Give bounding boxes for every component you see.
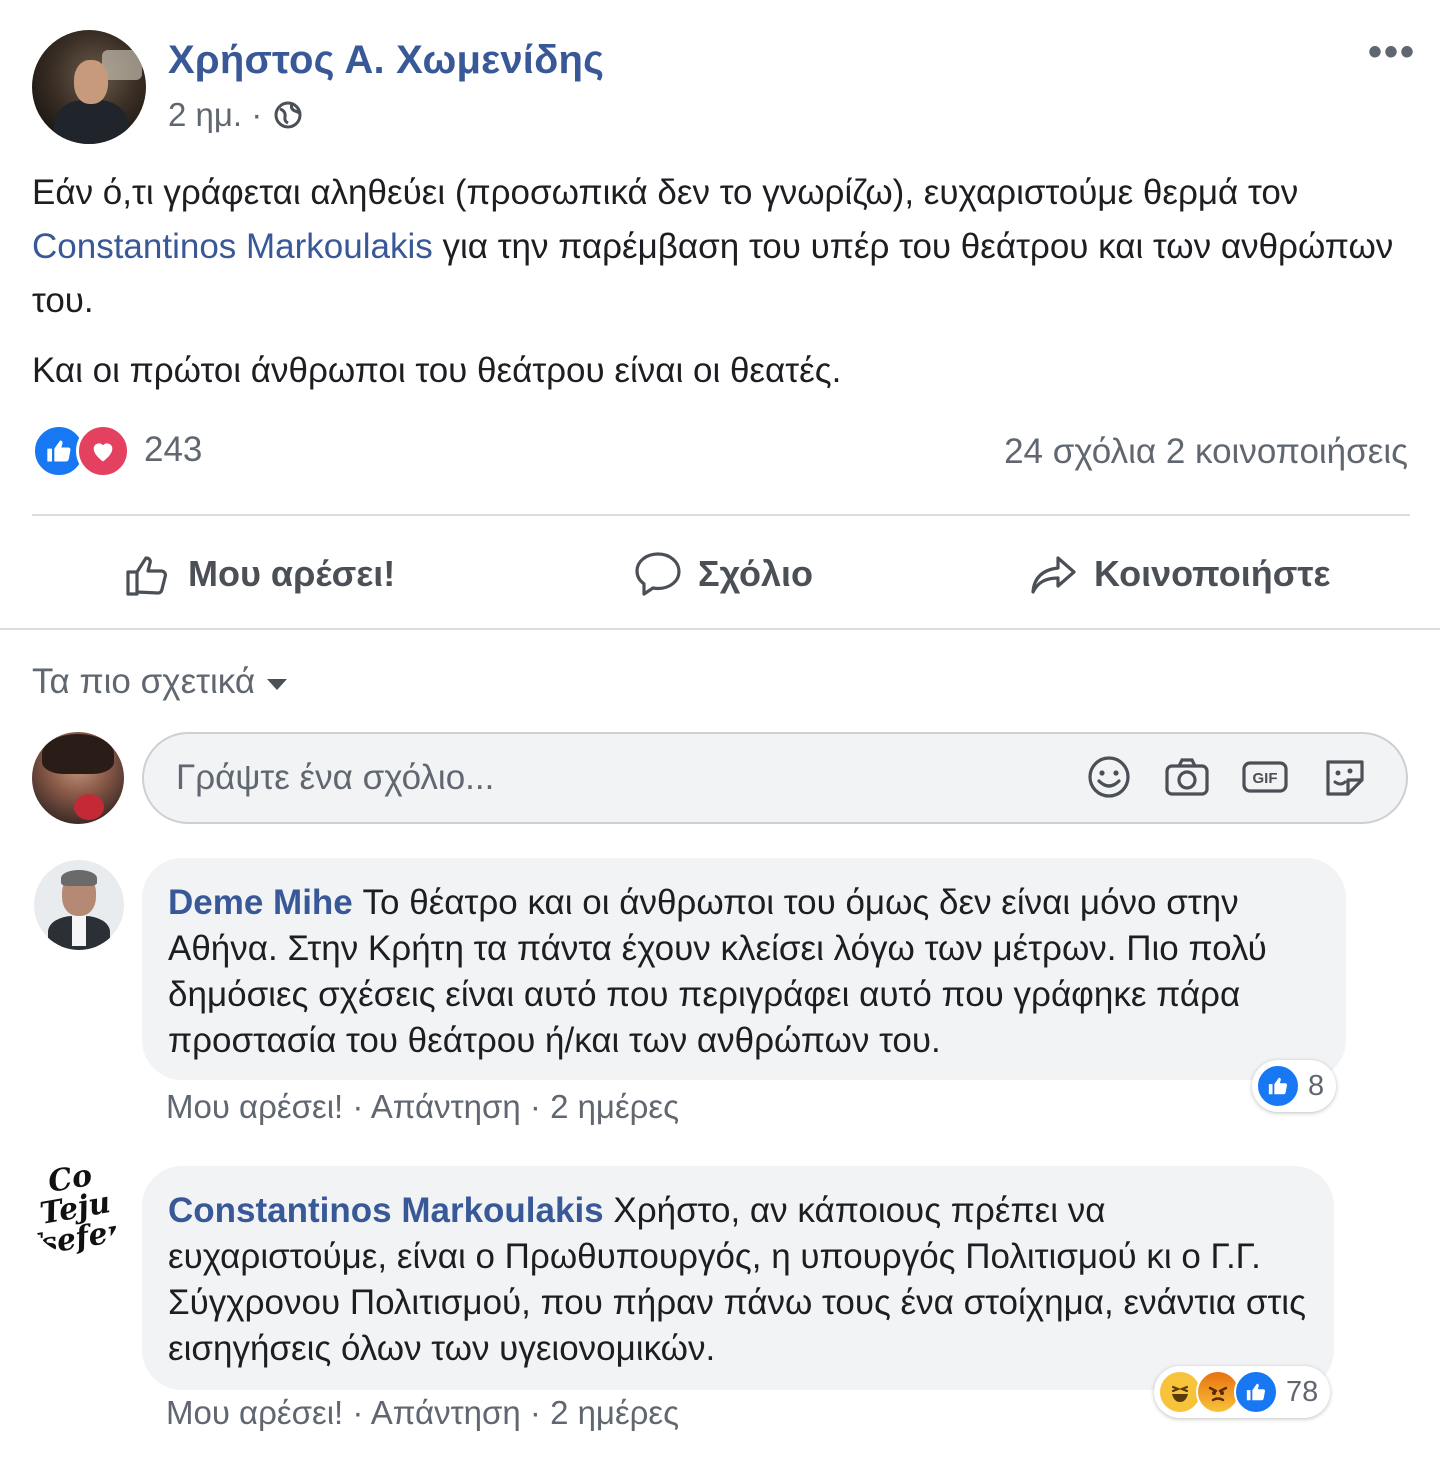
svg-text:GIF: GIF xyxy=(1253,770,1278,787)
comment-reply-link[interactable]: Απάντηση xyxy=(371,1394,521,1431)
avatar-hair xyxy=(42,734,114,774)
reaction-count[interactable]: 243 xyxy=(144,430,202,470)
commenter-avatar[interactable] xyxy=(34,860,124,950)
caret-down-icon xyxy=(267,678,288,690)
sort-label: Τα πιο σχετικά xyxy=(32,662,256,701)
comment-reactions[interactable]: 8 xyxy=(1252,1060,1337,1112)
author-avatar[interactable] xyxy=(32,30,146,144)
post-meta: 2 ημ. · xyxy=(168,96,304,134)
comment-sort-dropdown[interactable]: Τα πιο σχετικά xyxy=(32,662,288,702)
avatar-detail xyxy=(74,794,104,820)
camera-icon[interactable] xyxy=(1162,752,1212,802)
love-reaction-icon xyxy=(76,424,130,478)
share-button[interactable]: Κοινοποιήστε xyxy=(1028,546,1331,602)
like-button-label: Μου αρέσει! xyxy=(188,553,396,594)
emoji-icon[interactable] xyxy=(1084,752,1134,802)
comment-actions: Μου αρέσει! · Απάντηση · 2 ημέρες xyxy=(166,1088,679,1126)
avatar-logo: Co Teju Tsefeni xyxy=(30,1164,120,1254)
share-button-label: Κοινοποιήστε xyxy=(1094,553,1331,594)
like-button[interactable]: Μου αρέσει! xyxy=(122,546,395,602)
comment-reply-link[interactable]: Απάντηση xyxy=(371,1088,521,1125)
post-paragraph-2: Και οι πρώτοι άνθρωποι του θεάτρου είναι… xyxy=(32,351,842,390)
sticker-icon[interactable] xyxy=(1320,752,1370,802)
avatar-face xyxy=(74,60,108,104)
post-time[interactable]: 2 ημ. · xyxy=(168,96,262,134)
divider xyxy=(0,628,1440,630)
comment-time[interactable]: 2 ημέρες xyxy=(550,1394,679,1431)
comment-button-label: Σχόλιο xyxy=(698,553,814,594)
comment-reactions[interactable]: 78 xyxy=(1154,1366,1331,1418)
separator: · xyxy=(352,1088,371,1125)
commenter-name[interactable]: Deme Mihe xyxy=(168,883,353,922)
comment-bubble-icon xyxy=(635,552,681,596)
divider xyxy=(32,514,1410,516)
comment-like-link[interactable]: Μου αρέσει! xyxy=(166,1394,343,1431)
gif-icon[interactable]: GIF xyxy=(1240,752,1290,802)
current-user-avatar[interactable] xyxy=(32,732,124,824)
commenter-avatar[interactable]: Co Teju Tsefeni xyxy=(30,1164,120,1254)
comment-button[interactable]: Σχόλιο xyxy=(632,546,813,602)
reaction-icons[interactable] xyxy=(32,424,142,478)
mention-link[interactable]: Constantinos Markoulakis xyxy=(32,227,433,266)
post-author-name[interactable]: Χρήστος Α. Χωμενίδης xyxy=(168,38,604,83)
post-paragraph-1: Εάν ό,τι γράφεται αληθεύει (προσωπικά δε… xyxy=(32,173,1394,320)
avatar-hair xyxy=(61,870,97,886)
avatar-background xyxy=(102,50,142,80)
comments-shares-count[interactable]: 24 σχόλια 2 κοινοποιήσεις xyxy=(1004,432,1408,472)
separator: · xyxy=(352,1394,371,1431)
comment-actions: Μου αρέσει! · Απάντηση · 2 ημέρες xyxy=(166,1394,679,1432)
share-arrow-icon xyxy=(1031,556,1076,594)
avatar-body xyxy=(54,100,128,144)
comment-bubble: Constantinos Markoulakis Χρήστο, αν κάπο… xyxy=(142,1166,1334,1390)
separator: · xyxy=(529,1088,551,1125)
commenter-name[interactable]: Constantinos Markoulakis xyxy=(168,1191,604,1230)
more-options-icon[interactable]: ••• xyxy=(1368,30,1416,75)
comment-time[interactable]: 2 ημέρες xyxy=(550,1088,679,1125)
avatar-shirt xyxy=(72,916,86,946)
like-reaction-icon xyxy=(1234,1370,1278,1414)
thumbs-up-icon xyxy=(126,556,168,596)
comment-input-placeholder[interactable]: Γράψτε ένα σχόλιο... xyxy=(176,758,494,798)
comment-reaction-count: 78 xyxy=(1286,1375,1319,1408)
like-reaction-icon xyxy=(1256,1064,1300,1108)
comment-bubble: Deme Mihe Το θέατρο και οι άνθρωποι του … xyxy=(142,858,1346,1080)
comment-reaction-count: 8 xyxy=(1308,1069,1325,1102)
separator: · xyxy=(529,1394,551,1431)
post-body: Εάν ό,τι γράφεται αληθεύει (προσωπικά δε… xyxy=(32,166,1412,398)
globe-icon xyxy=(274,101,302,129)
comment-like-link[interactable]: Μου αρέσει! xyxy=(166,1088,343,1125)
